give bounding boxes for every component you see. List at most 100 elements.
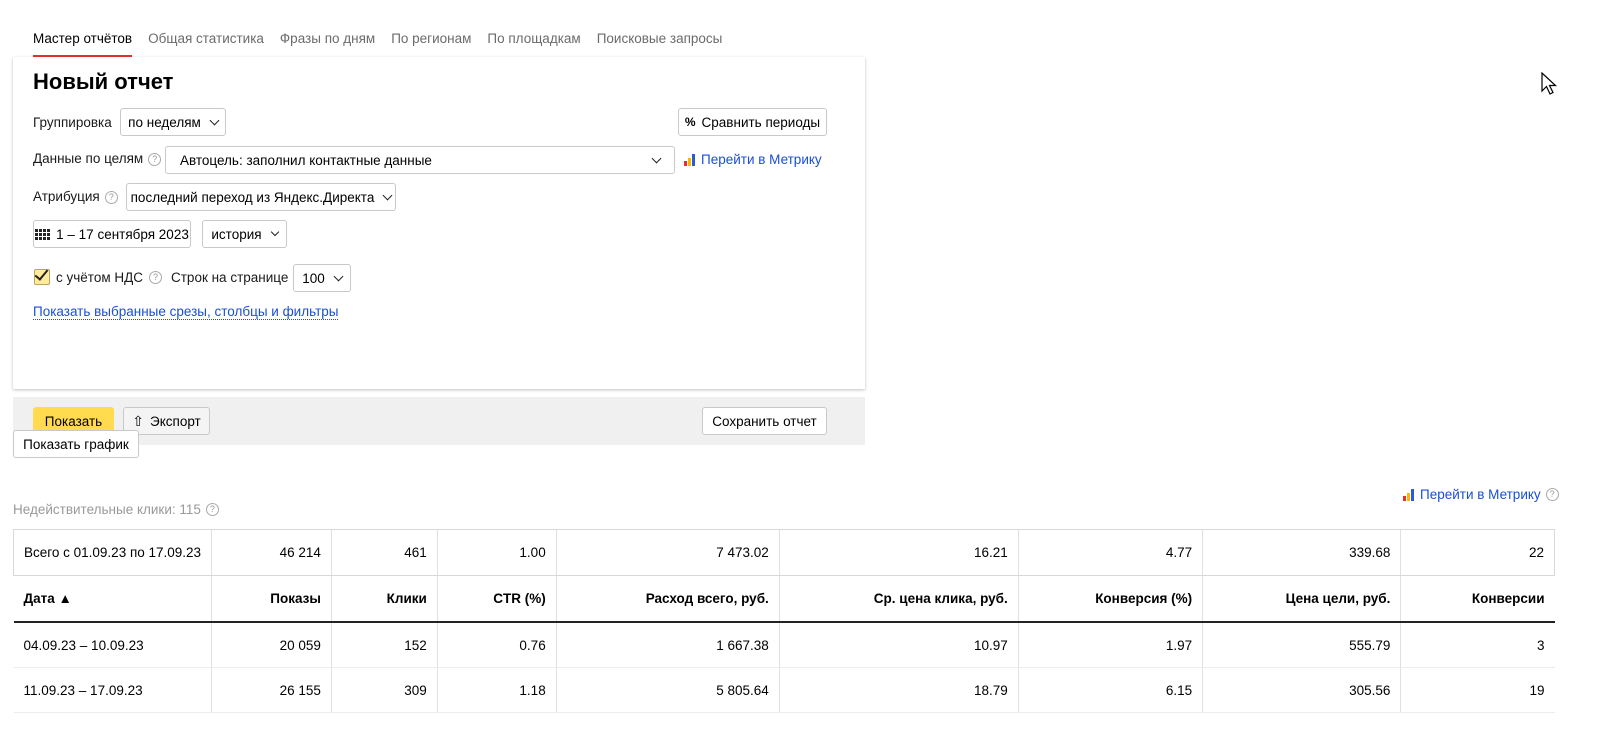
page-title: Новый отчет	[33, 69, 174, 94]
tab-by-regions[interactable]: По регионам	[391, 28, 471, 58]
tab-search-queries[interactable]: Поисковые запросы	[597, 28, 723, 58]
show-chart-button[interactable]: Показать график	[13, 430, 139, 458]
vat-checkbox[interactable]: с учётом НДС ?	[34, 269, 163, 285]
chevron-down-icon	[333, 271, 344, 281]
table-cell: 04.09.23 – 10.09.23	[13, 622, 212, 668]
grouping-label: Группировка	[33, 115, 112, 130]
total-cell: 22	[1400, 529, 1555, 576]
column-header-goal-cost[interactable]: Цена цели, руб.	[1202, 575, 1401, 623]
metrica-icon	[684, 153, 695, 166]
compare-periods-button[interactable]: % Сравнить периоды	[678, 108, 827, 136]
attribution-value: последний переход из Яндекс.Директа	[130, 189, 375, 205]
goals-value: Автоцель: заполнил контактные данные	[180, 152, 432, 168]
upload-icon: ⇧	[132, 412, 144, 429]
total-cell: 1.00	[436, 529, 557, 576]
table-cell: 1.18	[436, 667, 557, 713]
percent-icon: %	[684, 115, 696, 129]
compare-periods-label: Сравнить периоды	[701, 114, 821, 130]
tab-by-platforms[interactable]: По площадкам	[487, 28, 580, 58]
chevron-down-icon	[651, 153, 662, 163]
grouping-select[interactable]: по неделям	[120, 108, 226, 136]
help-icon[interactable]: ?	[205, 503, 219, 516]
chevron-down-icon	[209, 115, 220, 125]
column-header-date[interactable]: Дата ▲	[13, 575, 212, 623]
tab-report-wizard[interactable]: Мастер отчётов	[33, 28, 133, 57]
totals-row: Всего с 01.09.23 по 17.09.23 46 214 461 …	[12, 529, 1555, 576]
attribution-label-text: Атрибуция	[33, 189, 100, 204]
metrica-link-text: Перейти в Метрику	[701, 152, 822, 167]
tab-phrases-by-day[interactable]: Фразы по дням	[280, 28, 375, 58]
table-header-row: Дата ▲ Показы Клики CTR (%) Расход всего…	[13, 575, 1555, 623]
table-row: 04.09.23 – 10.09.23 20 059 152 0.76 1 66…	[13, 622, 1555, 668]
save-report-button[interactable]: Сохранить отчет	[702, 407, 827, 435]
table-cell: 3	[1400, 622, 1555, 668]
table-cell: 152	[330, 622, 438, 668]
date-range-picker[interactable]: 1 – 17 сентября 2023	[33, 220, 191, 248]
help-icon[interactable]: ?	[104, 190, 118, 204]
show-filters-link[interactable]: Показать выбранные срезы, столбцы и филь…	[33, 304, 339, 320]
total-cell: 46 214	[211, 529, 332, 576]
total-cell: 4.77	[1017, 529, 1203, 576]
mouse-cursor-icon	[1541, 72, 1558, 95]
table-cell: 305.56	[1202, 667, 1401, 713]
total-cell: 339.68	[1202, 529, 1401, 576]
chevron-down-icon	[270, 227, 279, 237]
goals-label-text: Данные по целям	[33, 151, 144, 166]
attribution-select[interactable]: последний переход из Яндекс.Директа	[126, 183, 396, 211]
column-header-impressions[interactable]: Показы	[211, 575, 332, 623]
history-label: история	[211, 226, 262, 242]
stats-table: Всего с 01.09.23 по 17.09.23 46 214 461 …	[12, 529, 1555, 713]
goals-select[interactable]: Автоцель: заполнил контактные данные	[165, 146, 675, 174]
table-cell: 555.79	[1202, 622, 1401, 668]
column-header-conversion-rate[interactable]: Конверсия (%)	[1017, 575, 1203, 623]
total-cell: Всего с 01.09.23 по 17.09.23	[12, 529, 212, 576]
report-tabs: Мастер отчётов Общая статистика Фразы по…	[33, 28, 722, 58]
chevron-down-icon	[382, 190, 393, 200]
attribution-label: Атрибуция?	[33, 189, 118, 204]
table-cell: 18.79	[778, 667, 1019, 713]
column-header-clicks[interactable]: Клики	[330, 575, 438, 623]
report-settings-panel: Новый отчет Группировка по неделям % Сра…	[13, 57, 865, 445]
column-header-conversions[interactable]: Конверсии	[1400, 575, 1555, 623]
table-cell: 10.97	[778, 622, 1019, 668]
invalid-clicks: Недействительные клики: 115 ?	[13, 502, 219, 517]
metrica-icon	[1403, 488, 1414, 501]
rows-per-page-select[interactable]: 100	[293, 264, 351, 292]
table-cell: 26 155	[211, 667, 332, 713]
table-cell: 6.15	[1017, 667, 1203, 713]
calendar-icon	[35, 228, 51, 240]
tab-general-stats[interactable]: Общая статистика	[148, 28, 264, 58]
metrica-link-2[interactable]: Перейти в Метрику ?	[1403, 487, 1559, 502]
table-row: 11.09.23 – 17.09.23 26 155 309 1.18 5 80…	[13, 667, 1555, 713]
column-header-spend[interactable]: Расход всего, руб.	[555, 575, 780, 623]
column-header-cpc[interactable]: Ср. цена клика, руб.	[778, 575, 1019, 623]
help-icon[interactable]: ?	[148, 152, 162, 166]
table-cell: 1.97	[1017, 622, 1203, 668]
invalid-clicks-text: Недействительные клики: 115	[13, 502, 201, 517]
rows-per-page-label: Строк на странице	[171, 270, 289, 285]
total-cell: 7 473.02	[555, 529, 780, 576]
help-icon[interactable]: ?	[1545, 488, 1559, 501]
metrica-link-text: Перейти в Метрику	[1420, 487, 1541, 502]
total-cell: 16.21	[778, 529, 1019, 576]
checkbox-checked-icon[interactable]	[34, 269, 50, 285]
table-cell: 5 805.64	[555, 667, 780, 713]
table-cell: 20 059	[211, 622, 332, 668]
table-cell: 0.76	[436, 622, 557, 668]
vat-label: с учётом НДС	[56, 269, 144, 285]
table-cell: 19	[1400, 667, 1555, 713]
export-label: Экспорт	[150, 413, 201, 429]
metrica-link[interactable]: Перейти в Метрику	[684, 152, 822, 167]
history-select[interactable]: история	[202, 220, 287, 248]
column-header-ctr[interactable]: CTR (%)	[436, 575, 557, 623]
rows-per-page-value: 100	[302, 270, 325, 286]
table-cell: 309	[330, 667, 438, 713]
help-icon[interactable]: ?	[149, 270, 163, 284]
goals-label: Данные по целям?	[33, 151, 162, 166]
table-cell: 11.09.23 – 17.09.23	[13, 667, 212, 713]
panel-footer: Показать ⇧ Экспорт Сохранить отчет	[13, 397, 865, 445]
total-cell: 461	[330, 529, 438, 576]
date-range-value: 1 – 17 сентября 2023	[56, 226, 189, 242]
grouping-value: по неделям	[128, 114, 201, 130]
table-cell: 1 667.38	[555, 622, 780, 668]
